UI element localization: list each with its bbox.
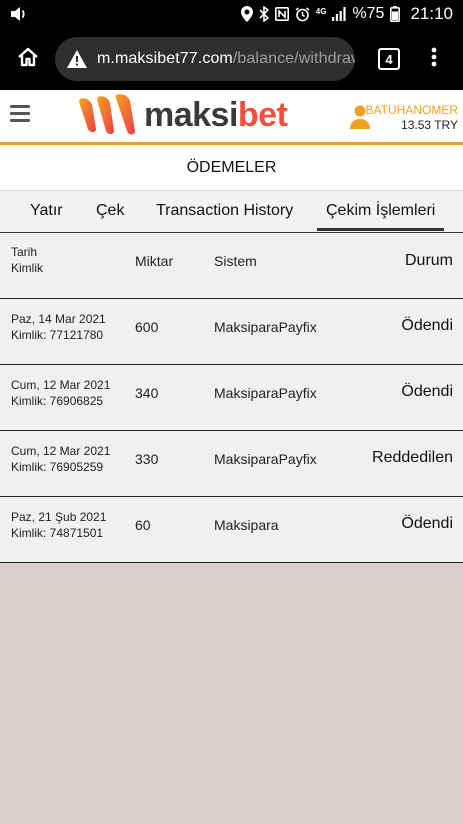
volume-icon: [10, 6, 28, 22]
row-system: Maksipara: [214, 517, 279, 533]
row-status: Reddedilen: [372, 449, 453, 466]
row-date: Paz, 21 Şub 2021: [11, 510, 107, 524]
battery-percent: %75: [352, 5, 385, 22]
site-logo[interactable]: maksibet: [76, 93, 288, 137]
table-row: Paz, 21 Şub 2021 Kimlik: 74871501 60 Mak…: [0, 497, 463, 563]
username[interactable]: BATUHANOMER: [366, 103, 458, 117]
row-id: Kimlik: 74871501: [11, 526, 104, 540]
row-date: Paz, 14 Mar 2021: [11, 312, 106, 326]
alarm-icon: [295, 6, 310, 22]
warning-icon[interactable]: [65, 47, 89, 71]
row-date: Cum, 12 Mar 2021: [11, 378, 111, 392]
logo-bet: bet: [237, 96, 288, 134]
table-row: Cum, 12 Mar 2021 Kimlik: 76905259 330 Ma…: [0, 431, 463, 497]
user-balance: 13.53 TRY: [401, 118, 458, 132]
row-amount: 60: [135, 517, 151, 533]
header-system: Sistem: [214, 253, 257, 269]
tab-transaction-history[interactable]: Transaction History: [156, 191, 293, 231]
logo-wordmark: maksibet: [144, 93, 288, 137]
row-amount: 340: [135, 385, 159, 401]
url-domain: m.maksibet77.com: [97, 50, 233, 67]
logo-mark-icon: [79, 94, 135, 135]
signal-icon: [332, 7, 347, 21]
tab-withdraw-transactions[interactable]: Çekim İşlemleri: [317, 191, 445, 231]
row-id: Kimlik: 76905259: [11, 460, 104, 474]
row-status: Ödendi: [401, 383, 453, 400]
nfc-icon: [274, 7, 289, 21]
tab-withdraw[interactable]: Çek: [96, 191, 124, 231]
header-date: Tarih: [11, 245, 38, 259]
browser-toolbar: m.maksibet77.com/balance/withdraws 4: [0, 28, 463, 90]
url-path: /balance/withdraws: [232, 50, 355, 67]
hamburger-menu-icon[interactable]: [10, 105, 30, 127]
table-row: Cum, 12 Mar 2021 Kimlik: 76906825 340 Ma…: [0, 365, 463, 431]
status-bar: 4G %75 21:10: [0, 0, 463, 28]
row-system: MaksiparaPayfix: [214, 319, 317, 335]
row-system: MaksiparaPayfix: [214, 385, 317, 401]
network-type: 4G: [315, 6, 327, 16]
tab-deposit[interactable]: Yatır: [30, 191, 63, 231]
row-amount: 330: [135, 451, 159, 467]
url-text: m.maksibet77.com/balance/withdraws: [97, 50, 355, 68]
table-header: Tarih Kimlik Miktar Sistem Durum: [0, 233, 463, 299]
tabs-icon: 4: [378, 48, 400, 70]
tab-switcher-button[interactable]: 4: [359, 28, 419, 90]
row-status: Ödendi: [401, 317, 453, 334]
browser-menu-button[interactable]: [419, 28, 449, 90]
home-icon: [17, 46, 39, 73]
more-vert-icon: [431, 47, 437, 72]
row-date: Cum, 12 Mar 2021: [11, 444, 111, 458]
address-bar[interactable]: m.maksibet77.com/balance/withdraws: [55, 37, 355, 81]
row-id: Kimlik: 76906825: [11, 394, 104, 408]
bluetooth-icon: [259, 6, 269, 22]
header-status: Durum: [404, 252, 453, 269]
location-icon: [240, 6, 253, 22]
tab-bar: Yatır Çek Transaction History Çekim İşle…: [0, 191, 463, 233]
withdrawals-table: Tarih Kimlik Miktar Sistem Durum Paz, 14…: [0, 233, 463, 563]
logo-maksi: maksi: [144, 96, 238, 134]
row-amount: 600: [135, 319, 159, 335]
clock: 21:10: [410, 4, 453, 23]
header-id: Kimlik: [11, 261, 43, 275]
row-status: Ödendi: [401, 515, 453, 532]
page-title: ÖDEMELER: [0, 145, 463, 191]
row-system: MaksiparaPayfix: [214, 451, 317, 467]
table-row: Paz, 14 Mar 2021 Kimlik: 77121780 600 Ma…: [0, 299, 463, 365]
home-button[interactable]: [0, 28, 55, 90]
row-id: Kimlik: 77121780: [11, 328, 104, 342]
header-amount: Miktar: [135, 253, 174, 269]
site-header: maksibet BATUHANOMER 13.53 TRY: [0, 90, 463, 145]
battery-icon: [390, 6, 401, 22]
